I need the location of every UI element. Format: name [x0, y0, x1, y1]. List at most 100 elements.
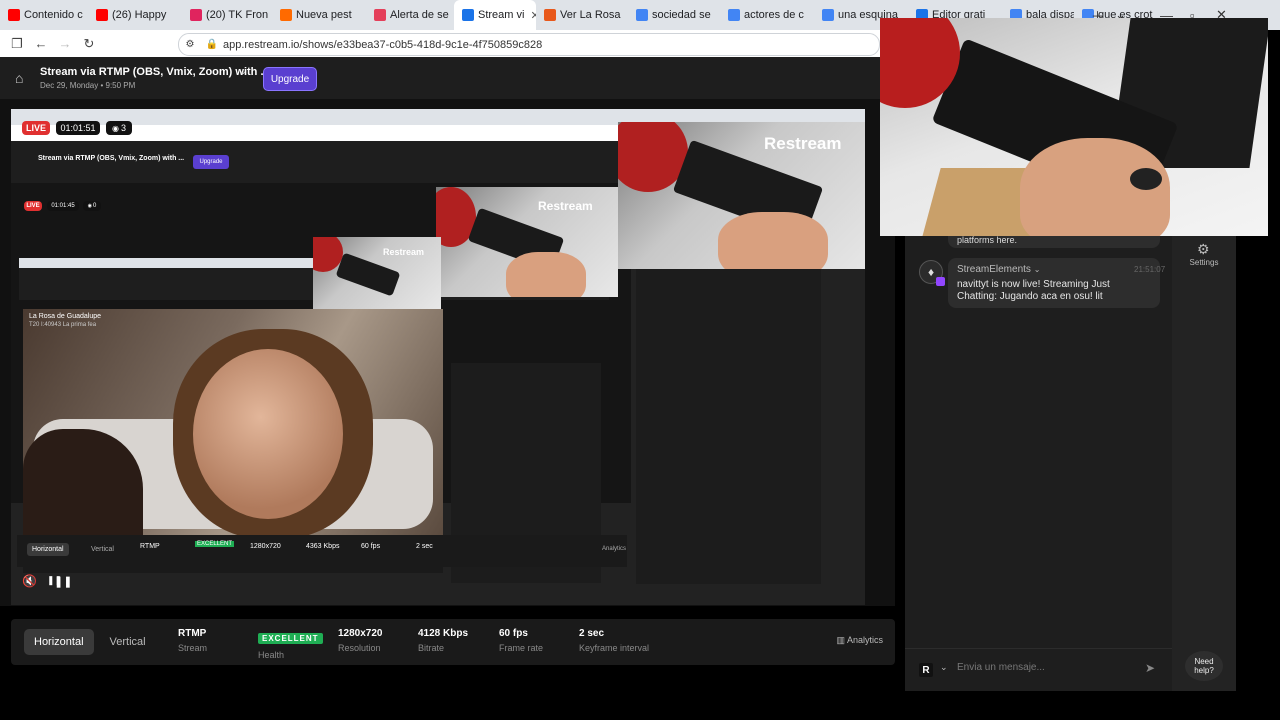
stream-stats-bar: Horizontal Vertical RTMP Stream EXCELLEN…	[11, 619, 895, 665]
browser-tab[interactable]: sociedad se	[628, 0, 720, 30]
player-controls: 🔇 ❚❚	[22, 574, 72, 588]
stream-label: Stream	[178, 643, 208, 653]
health-badge: EXCELLENT	[258, 633, 323, 644]
resolution-value: 1280x720	[338, 628, 383, 639]
tab-actions-icon[interactable]: ❐	[6, 36, 28, 52]
analytics-button[interactable]: ▥ Analytics	[836, 635, 883, 646]
tab-label: Contenido c	[24, 9, 83, 21]
browser-tab[interactable]: Ver La Rosa	[536, 0, 628, 30]
tab-favicon-icon	[374, 9, 386, 21]
nested-live-badge: LIVE	[24, 201, 42, 211]
keyframe-stat: 2 sec Keyframe interval	[579, 628, 649, 653]
gear-icon[interactable]: ⚙	[1197, 241, 1210, 258]
live-timer: 01:01:51	[56, 121, 100, 135]
nested-stream-value: RTMP	[140, 543, 160, 550]
pause-icon[interactable]: ❚❚	[54, 576, 72, 588]
video-left-figure	[23, 429, 143, 539]
back-icon[interactable]: ←	[30, 36, 52, 51]
tab-label: Nueva pest	[296, 9, 352, 21]
twitch-icon	[936, 277, 945, 286]
browser-tab[interactable]: (20) TK Fron	[182, 0, 272, 30]
nested-upgrade: Upgrade	[193, 155, 229, 169]
chevron-down-icon[interactable]: ⌄	[239, 66, 247, 77]
framerate-value: 60 fps	[499, 628, 528, 639]
nested-analytics: Analytics	[602, 546, 627, 552]
vertical-button[interactable]: Vertical	[100, 629, 156, 655]
nested2-webcam-hand	[506, 252, 586, 297]
send-icon[interactable]: ➤	[1145, 661, 1155, 675]
tab-favicon-icon	[280, 9, 292, 21]
lock-icon: 🔒	[205, 39, 219, 50]
home-icon[interactable]: ⌂	[15, 70, 23, 86]
tab-favicon-icon	[462, 9, 474, 21]
mute-icon[interactable]: 🔇	[22, 574, 37, 588]
live-badge: LIVE	[22, 121, 50, 135]
nested-bitrate-value: 4363 Kbps	[306, 543, 340, 550]
chat-time: 21:51:07	[1134, 265, 1166, 274]
nested-live-timer: 01:01:45	[47, 201, 79, 211]
browser-tab[interactable]: Nueva pest	[272, 0, 366, 30]
browser-tab[interactable]: (26) Happy	[88, 0, 182, 30]
resolution-stat: 1280x720 Resolution	[338, 628, 383, 653]
upgrade-button[interactable]: Upgrade	[263, 67, 317, 91]
url-field[interactable]: ⚙ 🔒 app.restream.io/shows/e33bea37-c0b5-…	[178, 33, 880, 56]
chat-panel: platforms here. ♦ StreamElements ⌄ 21:51…	[905, 236, 1172, 691]
tab-favicon-icon	[544, 9, 556, 21]
streamelements-logo-icon: ♦	[927, 265, 935, 279]
nested-health-value: EXCELLENT	[195, 541, 235, 547]
chat-avatar: ♦	[919, 260, 945, 286]
nested-address-bar	[11, 125, 631, 141]
eye-icon: ◉	[112, 123, 119, 133]
nested-viewer-count-value: 0	[93, 203, 97, 209]
webcam-overlay	[880, 18, 1268, 236]
nested-eye-icon: ◉	[87, 203, 93, 209]
tab-favicon-icon	[96, 9, 108, 21]
horizontal-button[interactable]: Horizontal	[24, 629, 94, 655]
site-info-icon[interactable]: ⚙	[179, 39, 201, 50]
nested-webcam: Restream	[618, 122, 865, 269]
nested-controls: ✕ ❚❚	[17, 571, 627, 591]
keyframe-value: 2 sec	[579, 628, 605, 639]
restream-header: ⌂ Stream via RTMP (OBS, Vmix, Zoom) with…	[0, 57, 880, 99]
tab-label: actores de c	[744, 9, 804, 21]
tab-label: (20) TK Fron	[206, 9, 269, 21]
analytics-label: Analytics	[846, 635, 883, 645]
address-bar: ❐ ← → ↻ ⚙ 🔒 app.restream.io/shows/e33bea…	[0, 30, 880, 57]
settings-label[interactable]: Settings	[1172, 258, 1236, 267]
restream-logo-icon[interactable]: R	[919, 663, 933, 677]
bitrate-value: 4128 Kbps	[418, 628, 469, 639]
forward-icon[interactable]: →	[54, 36, 76, 51]
browser-tab[interactable]: Contenido c	[0, 0, 88, 30]
stream-preview: Stream via RTMP (OBS, Vmix, Zoom) with .…	[11, 109, 865, 605]
tab-label: Ver La Rosa	[560, 9, 621, 21]
tab-label: sociedad se	[652, 9, 711, 21]
browser-tab[interactable]: Stream vi ✕	[454, 0, 536, 30]
video-frame: La Rosa de Guadalupe T20 I:40943 La prim…	[23, 309, 443, 539]
nested-vertical: Vertical	[91, 546, 114, 553]
stream-value: RTMP	[178, 628, 207, 639]
chat-input-area: R ⌄ Envia un mensaje... ➤	[905, 648, 1172, 692]
help-button[interactable]: Need help?	[1185, 651, 1223, 681]
tab-label: Stream vi	[478, 9, 525, 21]
browser-tab[interactable]: Alerta de se	[366, 0, 454, 30]
nested-stats-bar: Horizontal Vertical RTMP EXCELLENT 1280x…	[17, 535, 627, 567]
nested-framerate-value: 60 fps	[361, 543, 381, 550]
nested3-restream-label: Restream	[383, 247, 425, 257]
channel-select-chevron-icon[interactable]: ⌄	[940, 662, 948, 673]
main-panel: Stream via RTMP (OBS, Vmix, Zoom) with .…	[0, 99, 895, 606]
webcam-mouse	[1130, 168, 1162, 190]
stream-title[interactable]: Stream via RTMP (OBS, Vmix, Zoom) with .…	[40, 66, 270, 78]
chat-input[interactable]: Envia un mensaje...	[957, 662, 1127, 673]
settings-column: ⚙ Settings	[1172, 236, 1236, 691]
reload-icon[interactable]: ↻	[78, 36, 100, 52]
framerate-label: Frame rate	[499, 643, 544, 653]
nested-horizontal: Horizontal	[27, 543, 69, 556]
nested-viewer-count: ◉ 0	[83, 201, 101, 211]
viewer-count-value: 3	[120, 123, 126, 133]
chat-author-name: StreamElements	[957, 264, 1031, 275]
video-subtitle: T20 I:40943 La prima fea	[29, 322, 97, 328]
tab-favicon-icon	[636, 9, 648, 21]
browser-tab[interactable]: actores de c	[720, 0, 814, 30]
chat-author[interactable]: StreamElements ⌄	[957, 264, 1040, 275]
stream-date: Dec 29, Monday • 9:50 PM	[40, 81, 136, 90]
